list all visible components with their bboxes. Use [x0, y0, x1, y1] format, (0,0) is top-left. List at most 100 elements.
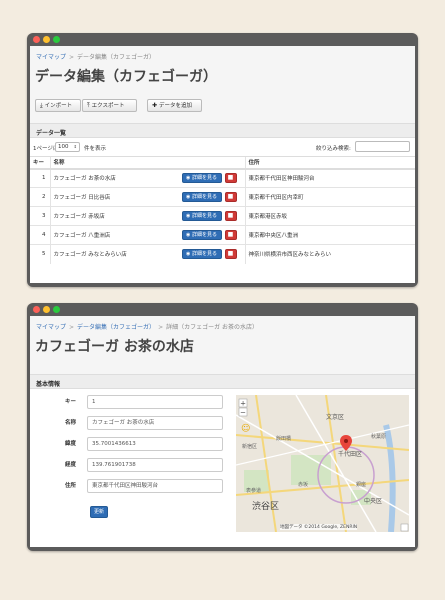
row-name: カフェゴーガ お茶の水店: [53, 176, 116, 183]
table-header-row: キー 名称 住所: [30, 156, 415, 170]
trash-icon: ■: [227, 174, 234, 182]
maximize-window-button[interactable]: [53, 36, 60, 43]
detail-form: キー 1 名称 カフェゴーガ お茶の水店緯度 35.7001436613 経度 139.76…: [30, 389, 230, 539]
column-header-address[interactable]: 住所: [244, 156, 415, 170]
column-header-name[interactable]: 名称: [49, 156, 245, 170]
map-label: 赤坂: [298, 482, 309, 488]
map-label: 秋葉原: [371, 434, 387, 440]
cell-key: 2: [30, 187, 50, 207]
map-label: 飯田橋: [276, 436, 292, 442]
panel-title: データ一覧: [30, 124, 415, 138]
field-label: キー: [64, 399, 76, 405]
import-icon: ⤓: [40, 102, 43, 109]
delete-button[interactable]: ■: [224, 211, 237, 221]
column-header-key[interactable]: キー: [30, 156, 50, 170]
field-input[interactable]: カフェゴーガ お茶の水店: [87, 416, 223, 430]
table-row: 3 カフェゴーガ 赤坂店 ◉ 詳細を見る ■ 東京都港区赤坂: [30, 206, 415, 226]
field-label: 経度: [64, 462, 76, 468]
map-label: 銀座: [356, 482, 367, 488]
cell-name: カフェゴーガ 赤坂店 ◉ 詳細を見る ■: [49, 206, 245, 226]
map-label: 千代田区: [338, 451, 363, 458]
cell-key: 3: [30, 206, 50, 226]
cell-address: 東京都千代田区内幸町: [244, 187, 415, 207]
data-list-window: マイマップ > データ編集（カフェゴーガ） データ編集（カフェゴーガ） ⤓ インポート…: [27, 33, 418, 287]
table-controls: 1ページに 100 ⇕ 件を表示 絞り込み検索:: [30, 138, 415, 156]
data-detail-window: マイマップ > データ編集（カフェゴーガ） > 詳細（カフェゴーガ お茶の水店） カフェ…: [27, 303, 418, 551]
page-title: カフェゴーガ お茶の水店: [35, 339, 194, 355]
page-title: データ編集（カフェゴーガ）: [35, 69, 217, 85]
field-input[interactable]: 東京都千代田区神田駿河台: [87, 479, 223, 493]
view-detail-button[interactable]: ◉ 詳細を見る: [181, 211, 222, 221]
window-titlebar: [27, 303, 418, 316]
field-label: 名称: [64, 420, 76, 426]
breadcrumb-current: データ編集（カフェゴーガ）: [77, 54, 156, 61]
data-list-panel: データ一覧 1ページに 100 ⇕ 件を表示 絞り込み検索: キー 名称 住所 1…: [30, 123, 415, 283]
field-input[interactable]: 139.761901738: [87, 458, 223, 472]
filter-input[interactable]: [355, 141, 410, 152]
view-detail-button[interactable]: ◉ 詳細を見る: [181, 249, 222, 260]
view-detail-button[interactable]: ◉ 詳細を見る: [181, 230, 222, 240]
export-icon: ⤒: [87, 102, 90, 109]
plus-icon: ✚: [152, 102, 158, 109]
map-label: 渋谷区: [252, 502, 280, 512]
delete-button[interactable]: ■: [224, 230, 237, 240]
cell-address: 東京都港区赤坂: [244, 206, 415, 226]
field-label: 住所: [64, 483, 76, 489]
breadcrumb-link-mymap[interactable]: マイマップ: [36, 54, 66, 61]
minimize-window-button[interactable]: [43, 36, 50, 43]
breadcrumb-link-mymap[interactable]: マイマップ: [36, 324, 66, 331]
cell-address: 東京都千代田区神田駿河台: [244, 168, 415, 188]
delete-button[interactable]: ■: [224, 249, 237, 260]
cell-key: 1: [30, 168, 50, 188]
street-view-icon: ☺: [241, 423, 250, 434]
table-body: 1 カフェゴーガ お茶の水店 ◉ 詳細を見る ■ 東京都千代田区神田駿河台 2 カフェゴーガ…: [30, 168, 415, 264]
view-detail-button[interactable]: ◉ 詳細を見る: [181, 192, 222, 202]
close-window-button[interactable]: [33, 36, 40, 43]
map-copyright: 地図データ ©2014 Google, ZENRIN: [280, 524, 358, 530]
field-input[interactable]: 1: [87, 395, 223, 409]
view-detail-button[interactable]: ◉ 詳細を見る: [181, 173, 222, 184]
trash-icon: ■: [227, 231, 234, 238]
breadcrumb: マイマップ > データ編集（カフェゴーガ）: [36, 54, 156, 61]
breadcrumb-link-data-edit[interactable]: データ編集（カフェゴーガ）: [77, 324, 155, 331]
location-map[interactable]: + − ☺ 文京区 千代田区 中央区 渋谷区 飯田橋 秋葉原 新宿区 赤坂 表参…: [236, 395, 409, 532]
add-data-button[interactable]: ✚ データを追加: [147, 99, 202, 112]
filter-label: 絞り込み検索:: [316, 146, 351, 152]
row-name: カフェゴーガ みなとみらい店: [53, 252, 127, 259]
window-titlebar: [27, 33, 418, 46]
export-button[interactable]: ⤒ エクスポート: [82, 99, 137, 112]
trash-icon: ■: [227, 212, 234, 219]
trash-icon: ■: [227, 250, 234, 258]
table-row: 2 カフェゴーガ 日比谷店 ◉ 詳細を見る ■ 東京都千代田区内幸町: [30, 187, 415, 207]
field-input[interactable]: 35.7001436613: [87, 437, 223, 451]
cell-key: 4: [30, 225, 50, 245]
map-label: 表参道: [246, 488, 262, 494]
update-button[interactable]: 更新: [90, 506, 108, 518]
close-window-button[interactable]: [33, 306, 40, 313]
panel-title: 基本情報: [30, 375, 415, 389]
breadcrumb: マイマップ > データ編集（カフェゴーガ） > 詳細（カフェゴーガ お茶の水店）: [36, 324, 259, 331]
trash-icon: ■: [227, 193, 234, 200]
field-label: 緯度: [64, 441, 76, 447]
maximize-window-button[interactable]: [53, 306, 60, 313]
row-name: カフェゴーガ 日比谷店: [53, 195, 111, 201]
minimize-window-button[interactable]: [43, 306, 50, 313]
cell-address: 神奈川県横浜市西区みなとみらい: [244, 244, 415, 264]
import-button[interactable]: ⤓ インポート: [35, 99, 81, 112]
row-name: カフェゴーガ 赤坂店: [53, 214, 105, 220]
table-row: 1 カフェゴーガ お茶の水店 ◉ 詳細を見る ■ 東京都千代田区神田駿河台: [30, 168, 415, 188]
per-page-select[interactable]: 100 ⇕: [55, 142, 80, 152]
cell-name: カフェゴーガ みなとみらい店 ◉ 詳細を見る ■: [49, 244, 245, 264]
map-label: 文京区: [326, 414, 345, 421]
table-row: 4 カフェゴーガ 八重洲店 ◉ 詳細を見る ■ 東京都中央区八重洲: [30, 225, 415, 245]
cell-name: カフェゴーガ お茶の水店 ◉ 詳細を見る ■: [49, 168, 245, 188]
delete-button[interactable]: ■: [224, 173, 237, 184]
map-label: 中央区: [364, 498, 383, 505]
select-arrows-icon: ⇕: [73, 144, 77, 149]
delete-button[interactable]: ■: [224, 192, 237, 202]
table-row: 5 カフェゴーガ みなとみらい店 ◉ 詳細を見る ■ 神奈川県横浜市西区みなとみらい: [30, 244, 415, 264]
basic-info-panel: 基本情報 キー 1 名称 カフェゴーガ お茶の水店緯度 35.7001436613 経度 1…: [30, 374, 415, 547]
page-content: マイマップ > データ編集（カフェゴーガ） > 詳細（カフェゴーガ お茶の水店） カフェ…: [30, 316, 415, 547]
per-page-suffix: 件を表示: [84, 146, 107, 152]
breadcrumb-current: 詳細（カフェゴーガ お茶の水店）: [166, 324, 259, 331]
